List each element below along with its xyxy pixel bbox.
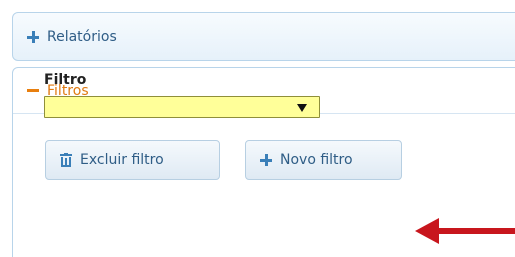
plus-icon (260, 154, 272, 166)
new-filter-label: Novo filtro (280, 152, 353, 168)
filter-select[interactable] (44, 96, 320, 118)
accordion-label-relatorios: Relatórios (47, 28, 117, 45)
trash-icon (60, 153, 72, 167)
plus-icon (27, 30, 39, 43)
annotation-arrow-icon (415, 218, 515, 244)
new-filter-button[interactable]: Novo filtro (245, 140, 402, 180)
minus-icon (27, 89, 39, 92)
delete-filter-label: Excluir filtro (80, 152, 164, 168)
filter-label: Filtro (44, 72, 87, 88)
accordion-header-relatorios[interactable]: Relatórios (12, 12, 515, 61)
screen: Relatórios Filtros Filtro Excluir filtro… (0, 0, 515, 257)
chevron-down-icon (297, 104, 307, 112)
delete-filter-button[interactable]: Excluir filtro (45, 140, 220, 180)
